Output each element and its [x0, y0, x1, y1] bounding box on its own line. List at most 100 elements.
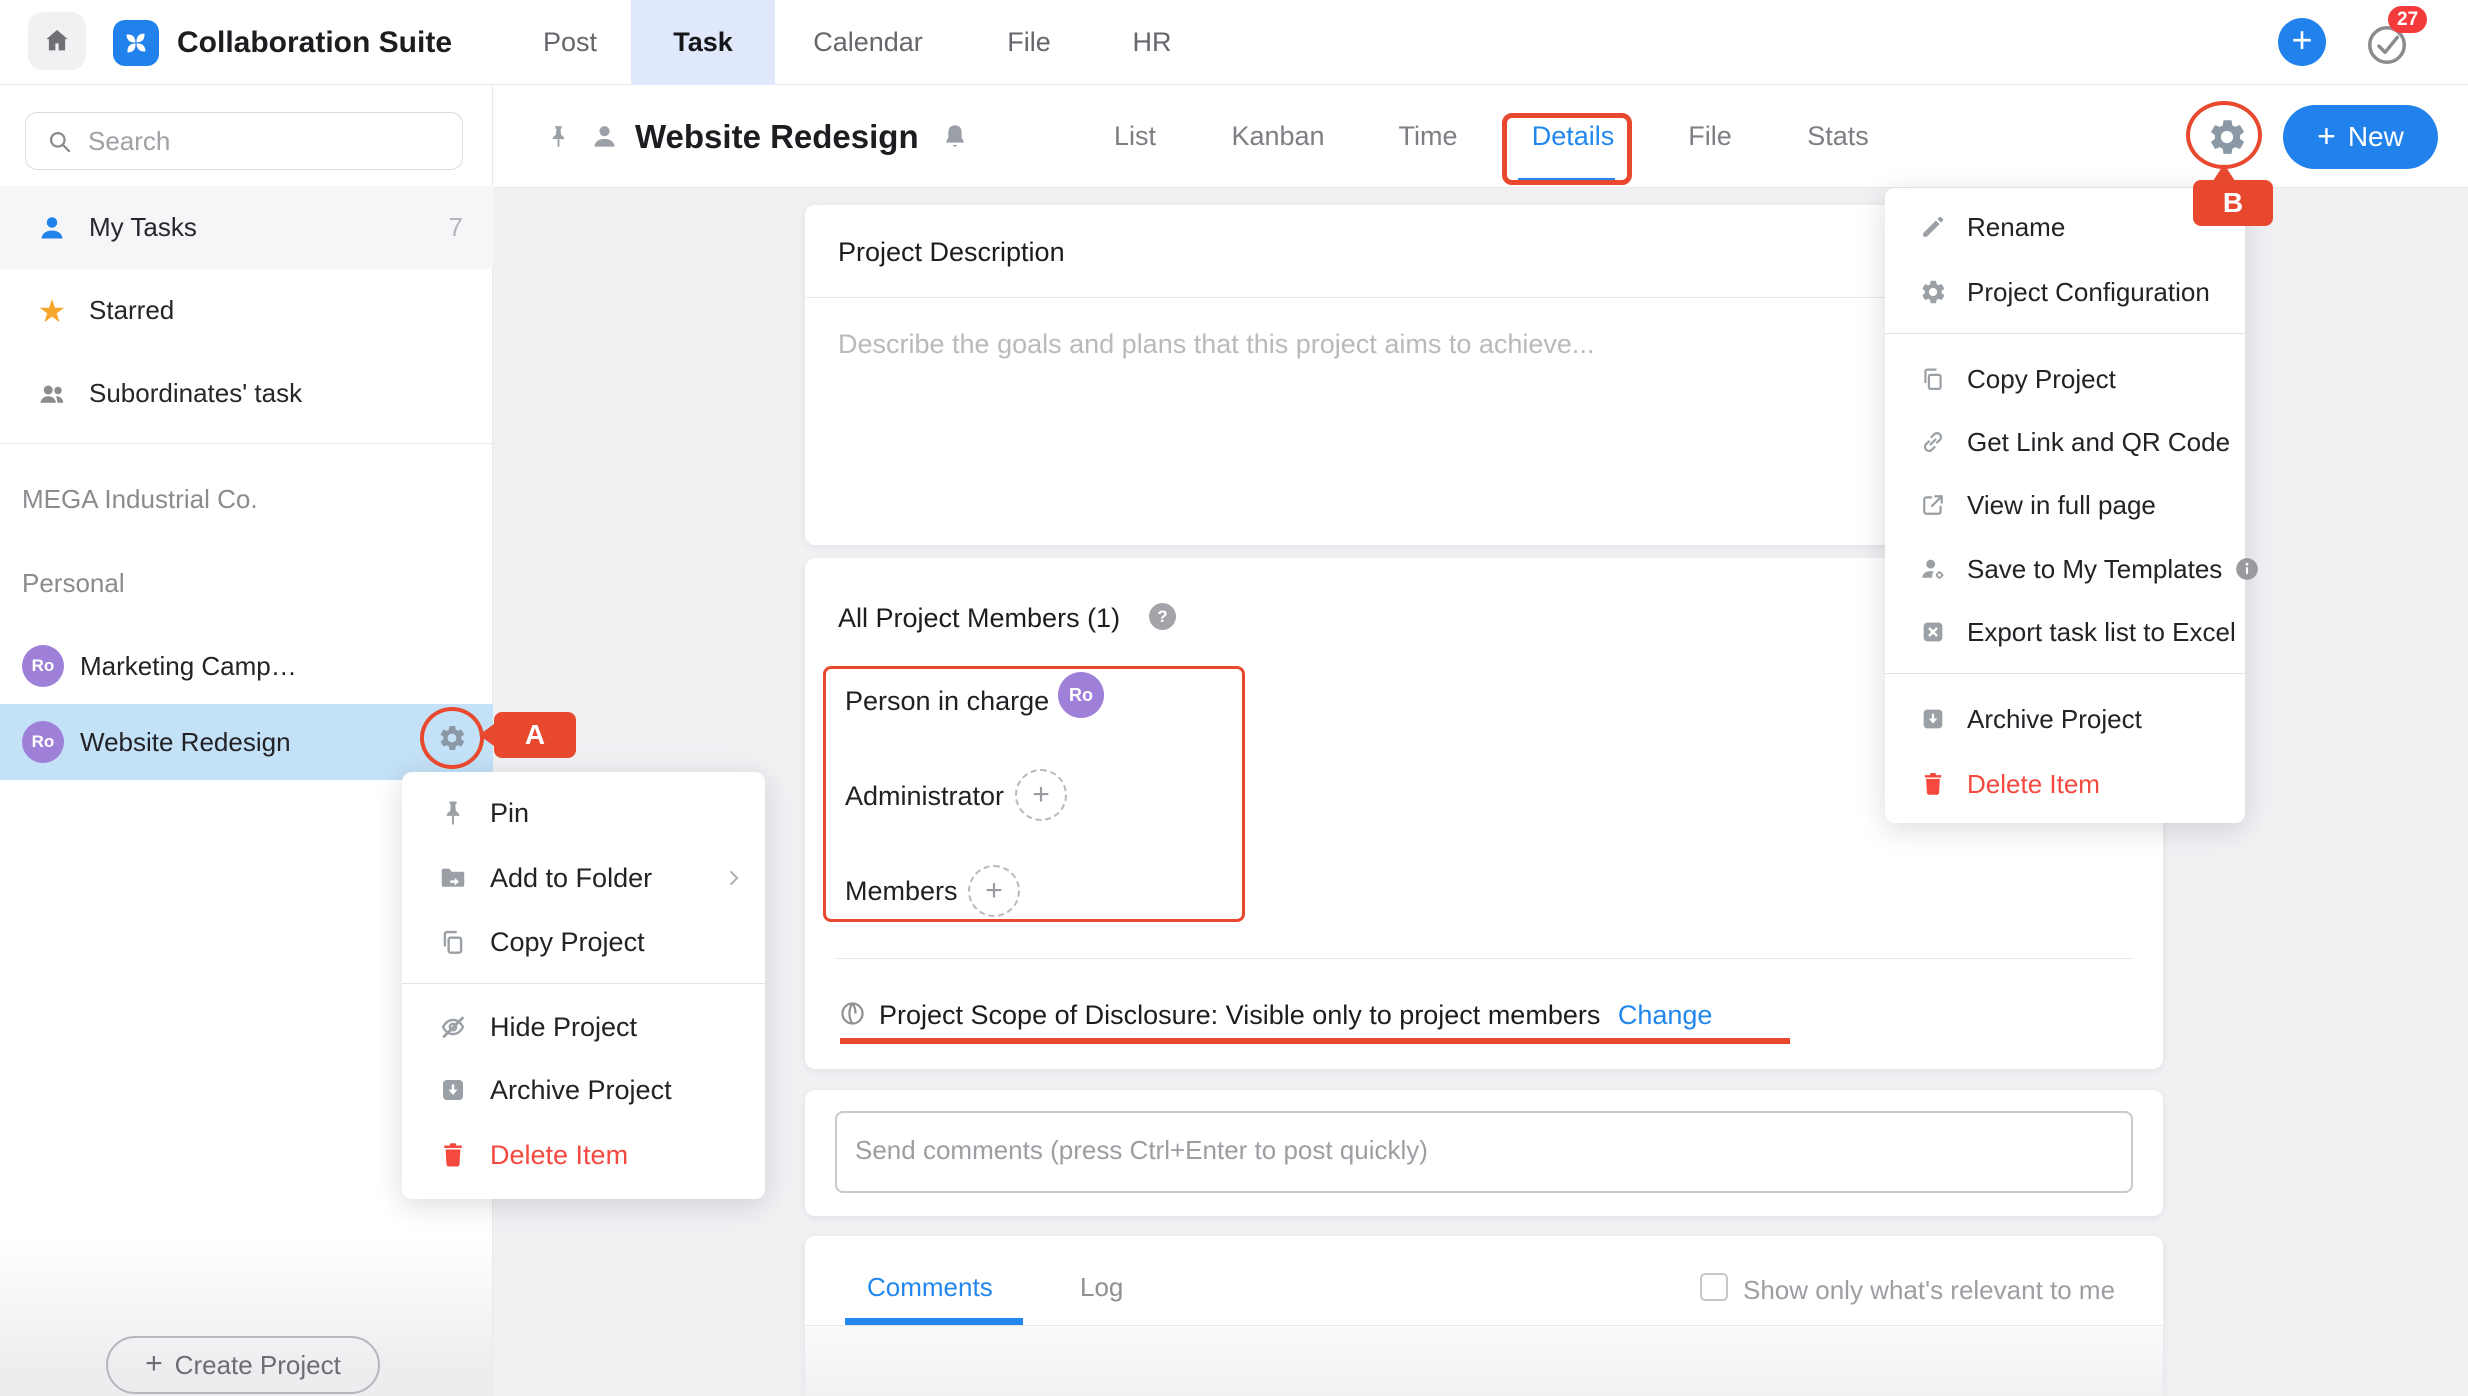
menu-item-save-to-templates[interactable]: Save to My Templates — [1885, 539, 2245, 599]
annotation-circle-b — [2186, 101, 2262, 169]
topnav-tab-post[interactable]: Post — [543, 0, 597, 85]
search-input[interactable] — [88, 113, 448, 169]
app-window: Collaboration Suite Post Task Calendar F… — [0, 0, 2468, 1396]
folder-move-icon — [438, 863, 468, 893]
bell-icon[interactable] — [940, 121, 970, 151]
sidebar-item-my-tasks[interactable]: My Tasks 7 — [0, 186, 493, 269]
star-icon: ★ — [37, 296, 67, 326]
change-scope-link[interactable]: Change — [1618, 1000, 1713, 1030]
annotation-circle-a — [420, 707, 484, 769]
topnav-tab-calendar[interactable]: Calendar — [813, 0, 923, 85]
view-tab-list[interactable]: List — [1114, 85, 1156, 188]
sidebar: My Tasks 7 ★ Starred Subordinates' task … — [0, 85, 493, 1396]
menu-item-delete-item[interactable]: Delete Item — [402, 1125, 765, 1185]
create-project-label: Create Project — [175, 1350, 341, 1381]
home-button[interactable] — [28, 12, 86, 70]
owner-icon[interactable] — [590, 122, 619, 151]
scope-value: Visible only to project members — [1226, 1000, 1601, 1030]
sidebar-item-starred[interactable]: ★ Starred — [0, 269, 493, 352]
trash-icon — [438, 1140, 468, 1170]
topnav-tab-hr[interactable]: HR — [1133, 0, 1172, 85]
project-context-menu: Pin Add to Folder Copy Project Hide Proj… — [402, 772, 765, 1199]
menu-item-export-excel[interactable]: Export task list to Excel — [1885, 602, 2245, 662]
pin-icon — [438, 798, 468, 828]
copy-icon — [1919, 365, 1947, 393]
relevant-filter-checkbox[interactable] — [1700, 1273, 1728, 1301]
activity-card: Comments Log Show only what's relevant t… — [805, 1236, 2163, 1396]
excel-export-icon — [1919, 618, 1947, 646]
sidebar-project-website-redesign[interactable]: Ro Website Redesign — [0, 704, 493, 780]
active-tab-underline — [845, 1318, 1023, 1325]
app-logo[interactable] — [113, 20, 159, 66]
avatar: Ro — [22, 721, 64, 763]
archive-icon — [438, 1075, 468, 1105]
avatar: Ro — [22, 645, 64, 687]
app-title: Collaboration Suite — [177, 0, 452, 85]
view-tab-file[interactable]: File — [1688, 85, 1732, 188]
person-gear-icon — [1919, 555, 1947, 583]
tab-comments[interactable]: Comments — [867, 1272, 993, 1303]
sidebar-item-label: My Tasks — [89, 212, 197, 243]
card-divider — [835, 958, 2133, 959]
sidebar-item-label: Starred — [89, 295, 174, 326]
pinwheel-icon — [120, 27, 152, 59]
menu-item-project-configuration[interactable]: Project Configuration — [1885, 262, 2245, 322]
view-tab-kanban[interactable]: Kanban — [1231, 85, 1324, 188]
plus-icon: + — [145, 1349, 163, 1379]
search-box[interactable] — [25, 112, 463, 170]
menu-item-delete-item[interactable]: Delete Item — [1885, 754, 2245, 814]
menu-divider — [1885, 333, 2245, 334]
project-title: Website Redesign — [635, 85, 919, 188]
tab-log[interactable]: Log — [1080, 1272, 1123, 1303]
globe-icon — [838, 999, 867, 1028]
menu-item-hide-project[interactable]: Hide Project — [402, 997, 765, 1057]
help-icon[interactable]: ? — [1149, 603, 1176, 630]
task-count: 7 — [449, 212, 463, 243]
view-tab-time[interactable]: Time — [1399, 85, 1458, 188]
menu-item-copy-project[interactable]: Copy Project — [1885, 349, 2245, 409]
home-icon — [42, 26, 72, 56]
sidebar-project-marketing[interactable]: Ro Marketing Camp… — [0, 628, 493, 704]
create-project-button[interactable]: + Create Project — [106, 1336, 380, 1394]
menu-divider — [402, 983, 765, 984]
menu-item-rename[interactable]: Rename — [1885, 197, 2245, 257]
menu-item-view-full-page[interactable]: View in full page — [1885, 475, 2245, 535]
topnav-tab-task[interactable]: Task — [631, 0, 775, 85]
new-task-button[interactable]: + New — [2283, 105, 2438, 169]
sidebar-group-personal[interactable]: Personal — [22, 568, 125, 599]
chevron-right-icon — [723, 867, 745, 889]
topnav-tab-file[interactable]: File — [1007, 0, 1051, 85]
pencil-icon — [1919, 213, 1947, 241]
view-tab-stats[interactable]: Stats — [1807, 85, 1869, 188]
relevant-filter-label: Show only what's relevant to me — [1743, 1275, 2115, 1306]
menu-item-archive-project[interactable]: Archive Project — [402, 1060, 765, 1120]
comment-input[interactable] — [835, 1111, 2133, 1193]
menu-item-archive-project[interactable]: Archive Project — [1885, 689, 2245, 749]
info-icon[interactable] — [2234, 556, 2260, 582]
menu-divider — [1885, 673, 2245, 674]
menu-item-get-link-qr[interactable]: Get Link and QR Code — [1885, 412, 2245, 472]
comment-input-card — [805, 1090, 2163, 1216]
eye-off-icon — [438, 1012, 468, 1042]
top-bar: Collaboration Suite Post Task Calendar F… — [0, 0, 2468, 85]
annotation-arrow-a — [479, 724, 494, 746]
pin-icon[interactable] — [545, 123, 572, 150]
annotation-underline-scope — [840, 1038, 1790, 1044]
annotation-badge-a: A — [494, 712, 576, 758]
people-icon — [37, 379, 67, 409]
plus-icon: + — [2317, 120, 2336, 152]
link-icon — [1919, 428, 1947, 456]
menu-item-copy-project[interactable]: Copy Project — [402, 912, 765, 972]
annotation-box-details — [1502, 113, 1632, 185]
menu-item-add-to-folder[interactable]: Add to Folder — [402, 848, 765, 908]
sidebar-item-subordinates-task[interactable]: Subordinates' task — [0, 352, 493, 435]
annotation-arrow-b — [2213, 164, 2235, 181]
gear-icon — [1919, 278, 1947, 306]
global-create-button[interactable]: + — [2278, 18, 2326, 66]
scope-label: Project Scope of Disclosure: — [879, 1000, 1218, 1030]
menu-item-pin[interactable]: Pin — [402, 783, 765, 843]
copy-icon — [438, 927, 468, 957]
sidebar-group-mega[interactable]: MEGA Industrial Co. — [22, 484, 258, 515]
sidebar-item-label: Subordinates' task — [89, 378, 302, 409]
activity-empty-area — [805, 1326, 2163, 1396]
